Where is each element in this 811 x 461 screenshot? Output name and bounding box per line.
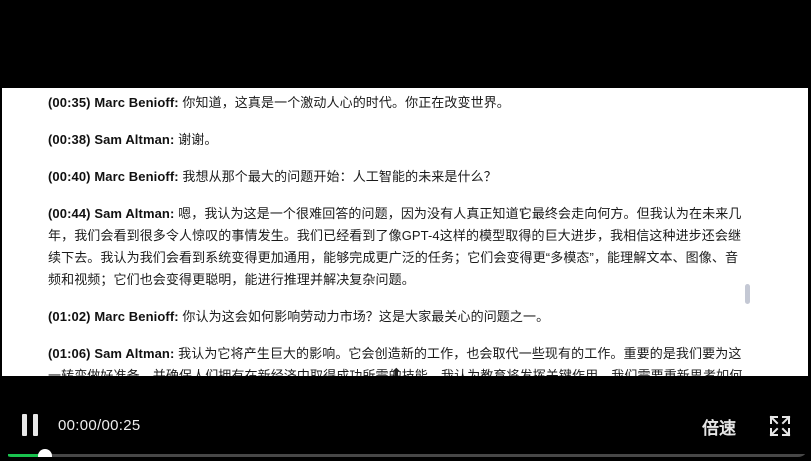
video-surface[interactable]: (00:35) Marc Benioff: 你知道，这真是一个激动人心的时代。你… [2,4,808,457]
transcript-entry: (00:44) Sam Altman: 嗯，我认为这是一个很难回答的问题，因为没… [48,203,748,291]
transcript-timestamp: (00:44) [48,206,91,221]
progress-bar[interactable] [8,449,805,457]
fullscreen-button[interactable] [769,415,791,437]
transcript-timestamp: (01:06) [48,346,91,361]
progress-handle[interactable] [38,449,53,457]
transcript-text: 我想从那个最大的问题开始：人工智能的未来是什么？ [178,169,497,184]
transcript-speaker: Sam Altman: [94,346,175,361]
transcript-entry: (00:38) Sam Altman: 谢谢。 [48,129,748,151]
pause-icon [22,414,27,436]
transcript-speaker: Sam Altman: [94,206,175,221]
transcript-entry: (00:40) Marc Benioff: 我想从那个最大的问题开始：人工智能的… [48,166,748,188]
transcript-text: 你认为这会如何影响劳动力市场？这是大家最关心的问题之一。 [178,309,550,324]
transcript-text: 谢谢。 [174,132,218,147]
text-caret-cursor-icon: I [521,206,525,221]
player-control-bar: 00:00/00:25 倍速 [2,376,808,457]
transcript-timestamp: (00:40) [48,169,91,184]
transcript-speaker: Sam Altman: [94,132,175,147]
transcript-body: (00:35) Marc Benioff: 你知道，这真是一个激动人心的时代。你… [48,92,748,388]
video-frame: (00:35) Marc Benioff: 你知道，这真是一个激动人心的时代。你… [2,4,808,457]
pause-button[interactable] [20,414,42,436]
transcript-speaker: Marc Benioff: [94,309,179,324]
transcript-entry: (00:35) Marc Benioff: 你知道，这真是一个激动人心的时代。你… [48,92,748,114]
fullscreen-icon [769,415,791,437]
transcript-speaker: Marc Benioff: [94,95,179,110]
pause-icon-bar [33,414,38,436]
transcript-text: 你知道，这真是一个激动人心的时代。你正在改变世界。 [178,95,510,110]
transcript-timestamp: (00:38) [48,132,91,147]
document-scrollbar-thumb [745,284,750,304]
transcript-timestamp: (01:02) [48,309,91,324]
video-top-letterbox [2,4,808,88]
transcript-speaker: Marc Benioff: [94,169,179,184]
video-player: (00:35) Marc Benioff: 你知道，这真是一个激动人心的时代。你… [0,0,811,461]
transcript-document: (00:35) Marc Benioff: 你知道，这真是一个激动人心的时代。你… [2,88,808,388]
transcript-timestamp: (00:35) [48,95,91,110]
time-display: 00:00/00:25 [58,417,141,434]
transcript-entry: (01:02) Marc Benioff: 你认为这会如何影响劳动力市场？这是大… [48,306,748,328]
playback-speed-button[interactable]: 倍速 [702,414,736,439]
